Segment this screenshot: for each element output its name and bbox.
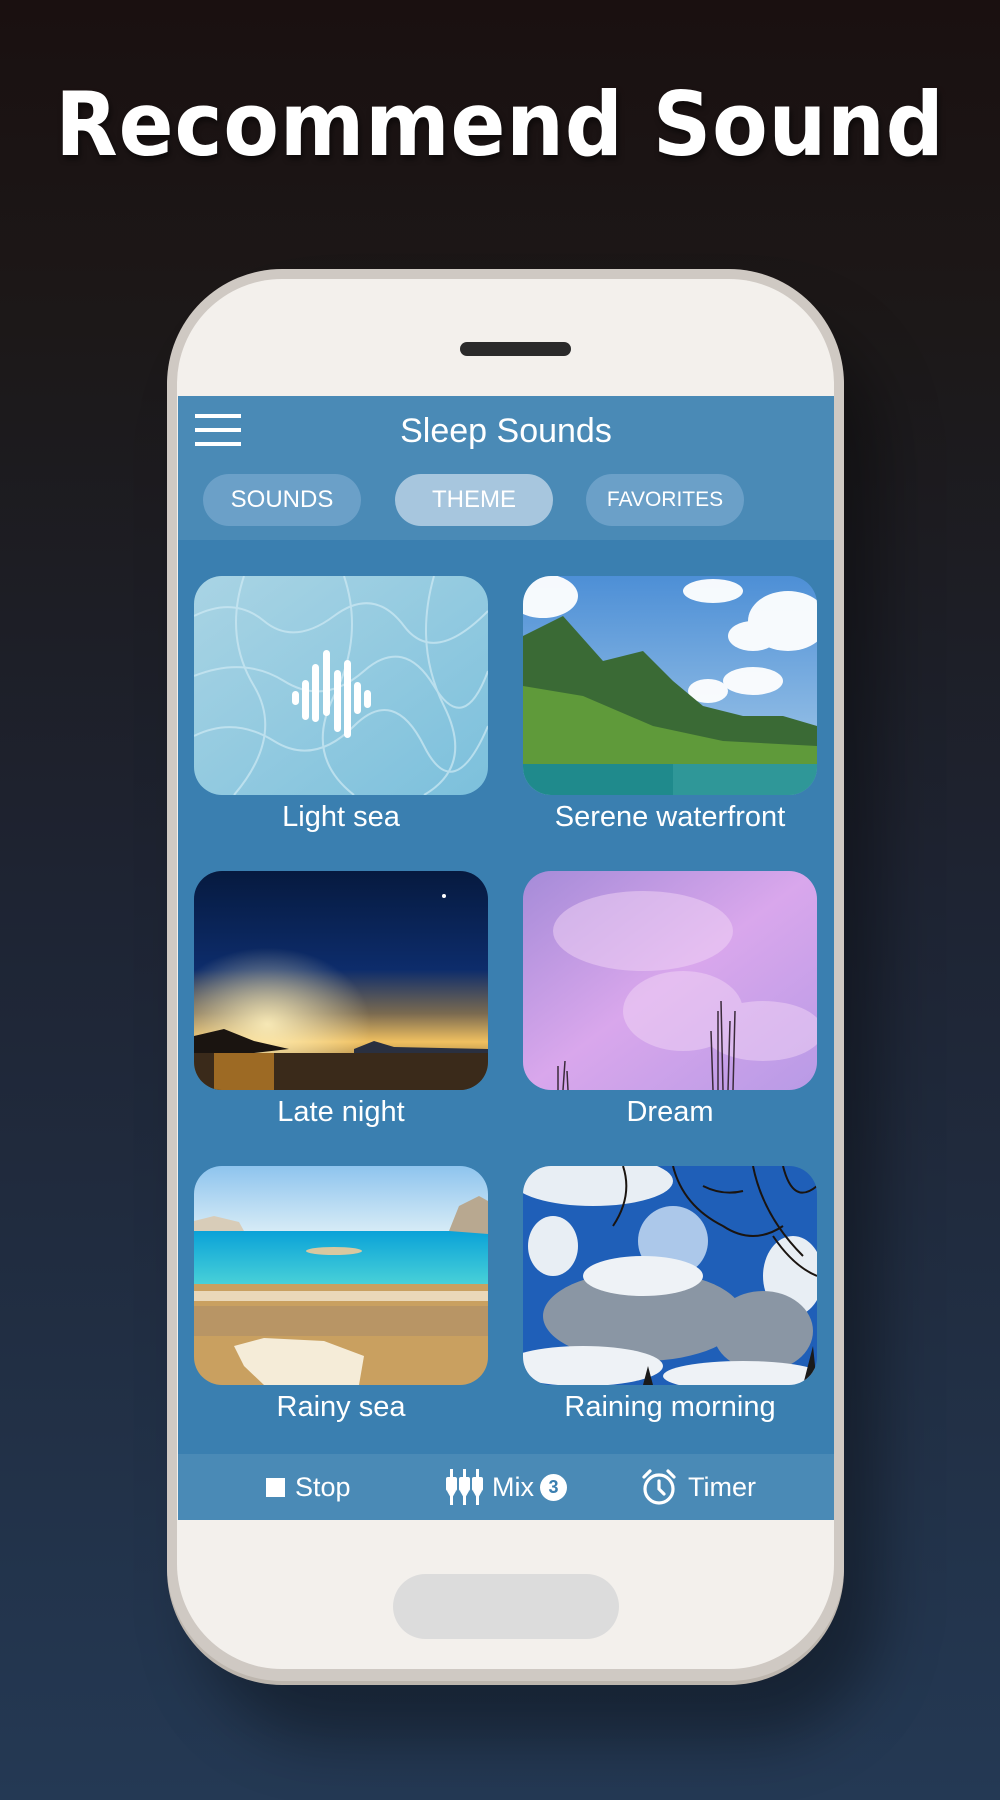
home-button[interactable] bbox=[393, 1574, 619, 1639]
app-bar: Sleep Sounds SOUNDS THEME FAVORITES bbox=[178, 396, 834, 540]
theme-card-rainy-sea[interactable]: Rainy sea bbox=[194, 1166, 488, 1425]
theme-thumbnail bbox=[194, 871, 488, 1090]
phone-speaker bbox=[460, 342, 571, 356]
stop-icon bbox=[266, 1477, 285, 1497]
theme-card-light-sea[interactable]: Light sea bbox=[194, 576, 488, 835]
phone-body: Sleep Sounds SOUNDS THEME FAVORITES Ligh… bbox=[177, 279, 834, 1669]
theme-thumbnail bbox=[194, 576, 488, 795]
mix-button[interactable]: Mix 3 bbox=[446, 1454, 567, 1520]
theme-thumbnail bbox=[523, 576, 817, 795]
bottom-bar: Stop Mix 3 Timer bbox=[178, 1454, 834, 1520]
app-title: Sleep Sounds bbox=[400, 412, 612, 450]
tab-sounds[interactable]: SOUNDS bbox=[203, 474, 361, 526]
timer-button[interactable]: Timer bbox=[640, 1454, 756, 1520]
stop-label: Stop bbox=[295, 1471, 351, 1502]
headline: Recommend Sound bbox=[55, 73, 945, 176]
timer-label: Timer bbox=[688, 1471, 756, 1502]
mix-label: Mix bbox=[492, 1471, 534, 1502]
theme-card-raining-morning[interactable]: Raining morning bbox=[523, 1166, 817, 1425]
theme-card-serene-waterfront[interactable]: Serene waterfront bbox=[523, 576, 817, 835]
mix-count-badge: 3 bbox=[540, 1473, 567, 1501]
theme-label: Late night bbox=[277, 1096, 405, 1128]
app-screen: Sleep Sounds SOUNDS THEME FAVORITES Ligh… bbox=[178, 396, 834, 1520]
theme-card-dream[interactable]: Dream bbox=[523, 871, 817, 1130]
theme-label: Dream bbox=[626, 1096, 714, 1128]
tab-theme[interactable]: THEME bbox=[395, 474, 553, 526]
theme-label: Serene waterfront bbox=[554, 801, 786, 833]
theme-label: Raining morning bbox=[564, 1391, 776, 1423]
theme-card-late-night[interactable]: Late night bbox=[194, 871, 488, 1130]
mixer-icon bbox=[446, 1469, 483, 1505]
tab-favorites[interactable]: FAVORITES bbox=[586, 474, 744, 526]
stop-button[interactable]: Stop bbox=[266, 1454, 351, 1520]
theme-thumbnail bbox=[194, 1166, 488, 1385]
theme-thumbnail bbox=[523, 1166, 817, 1385]
theme-thumbnail bbox=[523, 871, 817, 1090]
alarm-clock-icon bbox=[642, 1469, 676, 1505]
phone-frame: Sleep Sounds SOUNDS THEME FAVORITES Ligh… bbox=[167, 269, 844, 1681]
theme-label: Light sea bbox=[282, 801, 400, 833]
theme-label: Rainy sea bbox=[276, 1391, 406, 1423]
